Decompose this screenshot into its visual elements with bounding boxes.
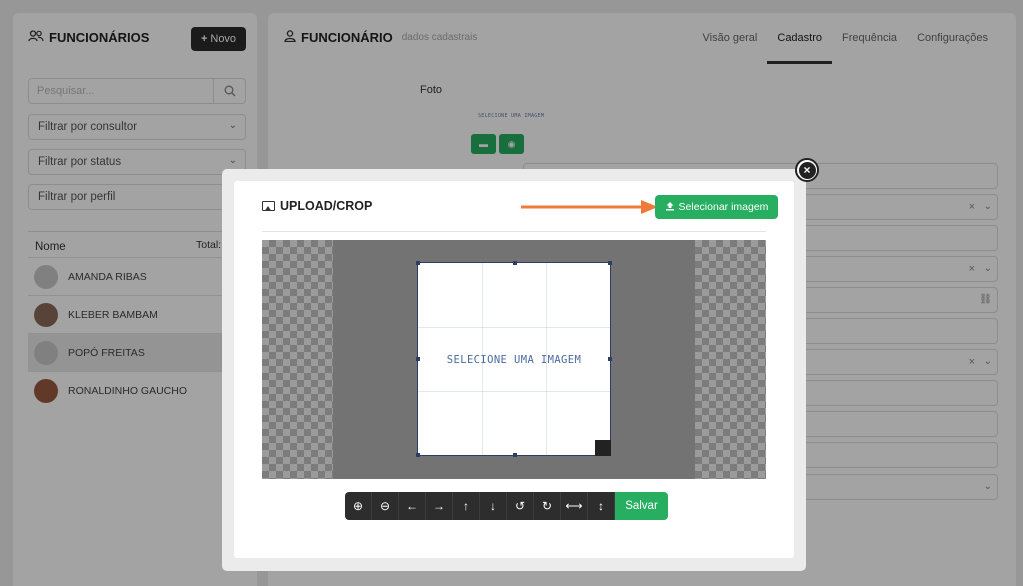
arrow-left-button[interactable]: ← xyxy=(399,492,426,520)
resize-handle[interactable] xyxy=(416,357,420,361)
crop-placeholder: SELECIONE UMA IMAGEM xyxy=(446,354,582,366)
arrow-up-button[interactable]: ↑ xyxy=(453,492,480,520)
close-modal-button[interactable]: × xyxy=(795,158,819,182)
resize-handle[interactable] xyxy=(608,357,612,361)
zoom-in-icon: ⊕ xyxy=(352,499,364,513)
flip-horizontal-button[interactable]: ⟷ xyxy=(561,492,588,520)
resize-handle[interactable] xyxy=(513,453,517,457)
modal-title: UPLOAD/CROP xyxy=(262,199,372,213)
rotate-right-icon: ↻ xyxy=(541,499,553,513)
resize-corner-handle[interactable] xyxy=(595,440,611,456)
select-image-label: Selecionar imagem xyxy=(678,201,769,213)
arrow-down-icon: ↓ xyxy=(490,499,496,513)
select-image-button[interactable]: Selecionar imagem xyxy=(655,195,778,219)
arrow-down-button[interactable]: ↓ xyxy=(480,492,507,520)
transparent-background xyxy=(262,240,333,479)
flip-vertical-button[interactable]: ↕ xyxy=(588,492,615,520)
modal-content: UPLOAD/CROP Selecionar imagem SELECIONE … xyxy=(234,181,794,558)
resize-handle[interactable] xyxy=(513,261,517,265)
save-button[interactable]: Salvar xyxy=(615,492,668,520)
zoom-out-icon: ⊖ xyxy=(379,499,391,513)
resize-handle[interactable] xyxy=(416,453,420,457)
arrow-annotation-icon xyxy=(521,200,658,214)
arrow-right-button[interactable]: → xyxy=(426,492,453,520)
zoom-in-button[interactable]: ⊕ xyxy=(345,492,372,520)
flip-horizontal-icon: ⟷ xyxy=(565,499,583,513)
arrow-left-icon: ← xyxy=(406,499,418,513)
transparent-background xyxy=(695,240,766,479)
grid-line xyxy=(418,391,610,392)
rotate-right-button[interactable]: ↻ xyxy=(534,492,561,520)
rotate-left-icon: ↺ xyxy=(514,499,526,513)
zoom-out-button[interactable]: ⊖ xyxy=(372,492,399,520)
image-icon xyxy=(262,201,275,211)
resize-handle[interactable] xyxy=(608,261,612,265)
upload-crop-modal: UPLOAD/CROP Selecionar imagem SELECIONE … xyxy=(222,169,806,571)
crop-selection[interactable]: SELECIONE UMA IMAGEM xyxy=(416,261,612,457)
flip-vertical-icon: ↕ xyxy=(598,499,604,513)
modal-title-text: UPLOAD/CROP xyxy=(280,199,373,213)
divider xyxy=(262,231,766,232)
crop-canvas[interactable]: SELECIONE UMA IMAGEM xyxy=(262,240,766,479)
grid-line xyxy=(418,327,610,328)
close-icon: × xyxy=(798,161,816,179)
upload-icon xyxy=(665,201,675,214)
resize-handle[interactable] xyxy=(416,261,420,265)
arrow-right-icon: → xyxy=(433,499,445,513)
arrow-up-icon: ↑ xyxy=(463,499,469,513)
rotate-left-button[interactable]: ↺ xyxy=(507,492,534,520)
crop-toolbar: ⊕ ⊖ ← → ↑ ↓ ↺ ↻ ⟷ ↕ Salvar xyxy=(345,492,668,520)
